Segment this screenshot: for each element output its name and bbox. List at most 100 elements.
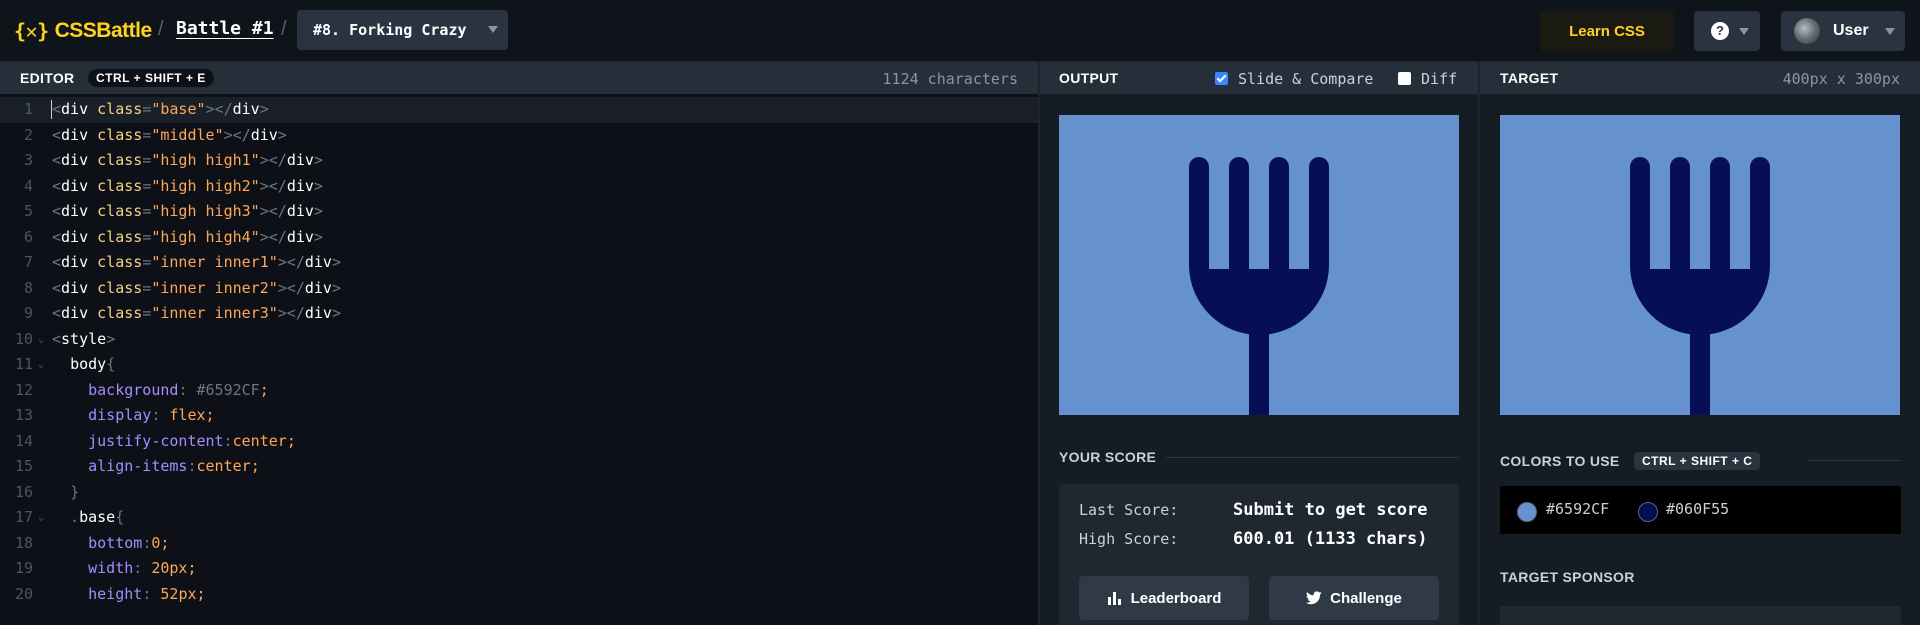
twitter-icon [1306, 591, 1322, 605]
line-number: 17 [14, 508, 33, 526]
code-line[interactable]: 9 <div class="inner inner3"></div> [0, 301, 1038, 327]
code-line[interactable]: 1 <div class="base"></div> [0, 97, 1038, 123]
code-line[interactable]: 2 <div class="middle"></div> [0, 123, 1038, 149]
code-text: .base{ [52, 508, 125, 526]
code-text: <div class="high high1"></div> [52, 151, 323, 169]
code-line[interactable]: 3 <div class="high high1"></div> [0, 148, 1038, 174]
last-score-value: Submit to get score [1233, 500, 1428, 520]
high-score-value: 600.01 (1133 chars) [1233, 529, 1428, 549]
code-text: height: 52px; [88, 584, 206, 603]
challenge-label: Challenge [1330, 589, 1402, 607]
top-bar: {✕} CSSBattle / Battle #1 / #8. Forking … [0, 0, 1920, 62]
avatar [1794, 18, 1820, 44]
diff-checkbox[interactable] [1398, 72, 1411, 85]
code-text: <div class="high high3"></div> [52, 202, 323, 220]
code-line[interactable]: 8 <div class="inner inner2"></div> [0, 276, 1038, 302]
slide-compare-checkbox[interactable] [1215, 72, 1228, 85]
code-line[interactable]: 16 } [0, 480, 1038, 506]
line-number: 5 [23, 202, 33, 220]
code-editor[interactable]: 1 <div class="base"></div> 2 <div class="mi… [0, 94, 1038, 625]
character-count: 1124 characters [882, 70, 1018, 88]
diff-label[interactable]: Diff [1421, 70, 1457, 88]
output-title: OUTPUT [1059, 70, 1119, 86]
code-line[interactable]: 20 height: 52px; [0, 582, 1038, 608]
output-fork-drawing [1059, 115, 1459, 415]
code-text: <div class="high high2"></div> [52, 176, 323, 195]
code-line[interactable]: 13 display: flex; [0, 403, 1038, 429]
color-code[interactable]: #6592CF [1546, 500, 1609, 518]
code-text: body{ [70, 355, 116, 373]
target-size: 400px x 300px [1782, 70, 1900, 88]
fold-toggle-icon[interactable]: ⌄ [38, 352, 44, 378]
line-number: 20 [14, 584, 33, 603]
code-text: bottom:0; [88, 533, 170, 552]
code-text: background: #6592CF; [88, 380, 269, 399]
logo-mark-icon: {✕} [14, 19, 49, 43]
code-line[interactable]: 12 background: #6592CF; [0, 378, 1038, 404]
code-text: } [70, 482, 80, 501]
breadcrumb-separator: / [158, 18, 164, 40]
line-number: 6 [23, 227, 33, 246]
code-text: <div class="base"></div> [52, 100, 269, 118]
sponsor-card [1500, 606, 1901, 625]
code-text: display: flex; [88, 406, 215, 424]
breadcrumb-separator: / [281, 18, 287, 40]
line-number: 14 [14, 431, 33, 450]
code-text: justify-content:center; [88, 431, 296, 450]
fold-toggle-icon[interactable]: ⌄ [38, 327, 44, 353]
battle-link[interactable]: Battle #1 [176, 18, 274, 39]
level-select-dropdown[interactable]: #8. Forking Crazy [297, 10, 508, 50]
code-text: <div class="high high4"></div> [52, 227, 323, 246]
code-line[interactable]: 7 <div class="inner inner1"></div> [0, 250, 1038, 276]
leaderboard-label: Leaderboard [1130, 589, 1222, 607]
line-number: 11 [14, 355, 33, 373]
user-name: User [1833, 22, 1869, 39]
user-menu-button[interactable]: User [1781, 11, 1905, 51]
help-icon: ? [1711, 22, 1729, 40]
code-line[interactable]: 10 ⌄ <style> [0, 327, 1038, 353]
fold-toggle-icon[interactable]: ⌄ [38, 505, 44, 531]
line-number: 15 [14, 457, 33, 475]
code-line[interactable]: 4 <div class="high high2"></div> [0, 174, 1038, 200]
editor-header: EDITOR CTRL + SHIFT + E 1124 characters [0, 62, 1038, 94]
line-number: 19 [14, 559, 33, 577]
line-number: 8 [23, 278, 33, 297]
line-number: 4 [23, 176, 33, 195]
color-swatch[interactable] [1638, 502, 1658, 522]
help-menu-button[interactable]: ? [1694, 11, 1760, 51]
leaderboard-button[interactable]: Leaderboard [1079, 576, 1249, 620]
learn-css-button[interactable]: Learn CSS [1540, 11, 1674, 51]
code-line[interactable]: 17 ⌄ .base{ [0, 505, 1038, 531]
code-text: width: 20px; [88, 559, 197, 577]
code-line[interactable]: 18 bottom:0; [0, 531, 1038, 557]
cssbattle-logo[interactable]: {✕} CSSBattle [14, 16, 152, 46]
slide-compare-label[interactable]: Slide & Compare [1238, 70, 1373, 88]
code-line[interactable]: 11 ⌄ body{ [0, 352, 1038, 378]
logo-text: CSSBattle [54, 19, 153, 42]
challenge-button[interactable]: Challenge [1269, 576, 1439, 620]
code-line[interactable]: 19 width: 20px; [0, 556, 1038, 582]
code-line[interactable]: 14 justify-content:center; [0, 429, 1038, 455]
code-line[interactable]: 15 align-items:center; [0, 454, 1038, 480]
divider [1166, 457, 1459, 458]
line-number: 9 [23, 304, 33, 322]
code-text: <style> [52, 329, 116, 348]
color-code[interactable]: #060F55 [1666, 500, 1729, 518]
line-number: 7 [23, 253, 33, 271]
level-select-label: #8. Forking Crazy [313, 21, 467, 39]
bar-chart-icon [1107, 592, 1121, 605]
code-line[interactable]: 5 <div class="high high3"></div> [0, 199, 1038, 225]
line-number: 10 [14, 329, 33, 348]
chevron-down-icon [1739, 28, 1749, 35]
editor-title: EDITOR [20, 70, 75, 86]
color-swatch[interactable] [1517, 502, 1537, 522]
line-number: 1 [23, 100, 33, 118]
code-line[interactable]: 6 <div class="high high4"></div> [0, 225, 1038, 251]
line-number: 3 [23, 151, 33, 169]
output-header: OUTPUT Slide & Compare Diff [1040, 62, 1478, 94]
output-canvas[interactable] [1059, 115, 1459, 415]
line-number: 13 [14, 406, 33, 424]
your-score-heading: YOUR SCORE [1059, 449, 1157, 465]
colors-shortcut-badge: CTRL + SHIFT + C [1634, 452, 1761, 470]
code-text: align-items:center; [88, 457, 260, 475]
